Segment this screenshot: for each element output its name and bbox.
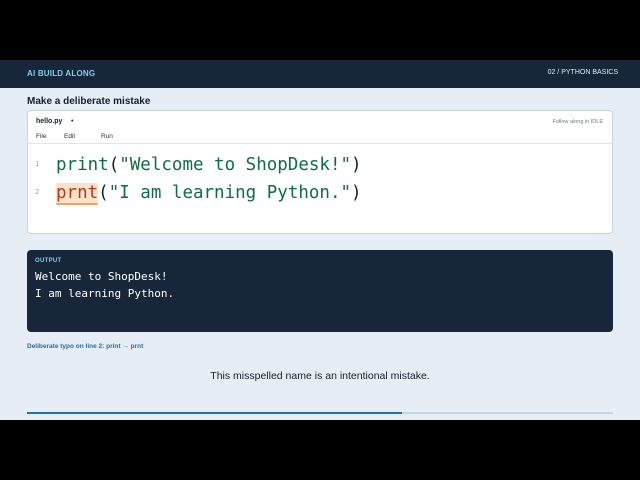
code-string: "Welcome to ShopDesk!" bbox=[119, 155, 352, 175]
breadcrumb: 02 / PYTHON BASICS bbox=[547, 69, 618, 76]
code-function: print bbox=[56, 155, 109, 175]
step-heading: Make a deliberate mistake bbox=[27, 96, 151, 107]
progress-fill bbox=[27, 412, 403, 414]
lesson-stage: AI BUILD ALONG 02 / PYTHON BASICS Make a… bbox=[0, 60, 640, 420]
editor-header: hello.py • Follow along in IDLE File Edi… bbox=[28, 111, 612, 144]
line-number: 1 bbox=[35, 160, 40, 168]
code-text: print("Welcome to ShopDesk!") bbox=[56, 153, 362, 177]
code-close-paren: ) bbox=[351, 155, 362, 175]
follow-hint: Follow along in IDLE bbox=[552, 119, 603, 125]
line-number: 2 bbox=[35, 188, 40, 196]
output-line: Welcome to ShopDesk! bbox=[35, 270, 168, 283]
unsaved-dot-icon: • bbox=[71, 118, 74, 125]
lesson-progress-bar bbox=[27, 412, 613, 414]
output-panel: OUTPUT Welcome to ShopDesk! I am learnin… bbox=[27, 250, 613, 332]
code-text: prnt("I am learning Python.") bbox=[56, 181, 362, 205]
top-bar: AI BUILD ALONG 02 / PYTHON BASICS bbox=[0, 60, 640, 88]
menu-file[interactable]: File bbox=[36, 133, 46, 140]
typo-note: Deliberate typo on line 2: print → prnt bbox=[27, 343, 144, 350]
menu-edit[interactable]: Edit bbox=[64, 133, 75, 140]
code-line[interactable]: 1 print("Welcome to ShopDesk!") bbox=[28, 153, 612, 179]
code-editor[interactable]: hello.py • Follow along in IDLE File Edi… bbox=[27, 110, 613, 234]
output-line: I am learning Python. bbox=[35, 287, 175, 300]
code-line[interactable]: 2 prnt("I am learning Python.") bbox=[28, 181, 612, 207]
code-close-paren: ) bbox=[351, 183, 362, 203]
code-string: "I am learning Python." bbox=[108, 183, 352, 203]
typo-highlight: prnt bbox=[56, 183, 99, 205]
code-open-paren: ( bbox=[98, 183, 109, 203]
caption-subtitle: This misspelled name is an intentional m… bbox=[210, 370, 430, 382]
editor-filename: hello.py bbox=[36, 118, 63, 125]
menu-run[interactable]: Run bbox=[101, 133, 113, 140]
code-open-paren: ( bbox=[108, 155, 120, 175]
brand-title: AI BUILD ALONG bbox=[27, 69, 96, 78]
output-label: OUTPUT bbox=[35, 258, 62, 264]
